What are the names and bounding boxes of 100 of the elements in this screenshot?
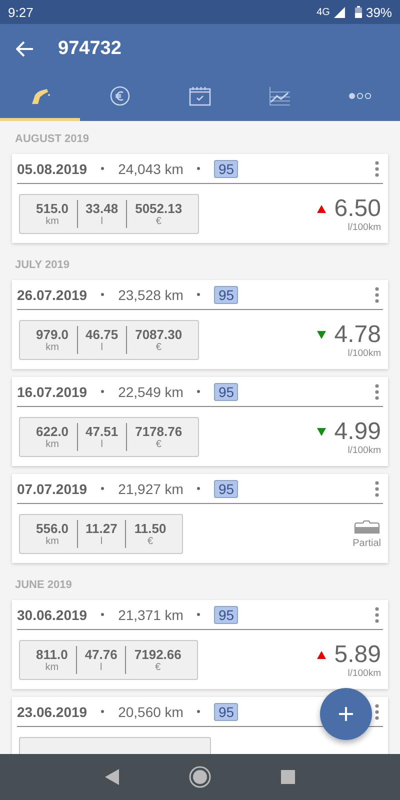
back-arrow-icon[interactable] xyxy=(16,41,34,57)
stat-value: 46.75 xyxy=(86,326,118,342)
fill-up-card[interactable]: 07.07.2019 21,927 km 95 556.0 km 11.27 l 11.50 € Partial xyxy=(12,474,388,563)
fill-up-card[interactable]: 16.07.2019 22,549 km 95 622.0 km 47.51 l 7178.76 € 4.99 l/100km xyxy=(12,377,388,466)
stat-unit: km xyxy=(46,216,59,228)
separator-dot xyxy=(101,710,104,713)
odometer-reading: 23,528 km xyxy=(118,286,184,302)
battery-icon xyxy=(354,6,362,18)
stat-value: 811.0 xyxy=(36,646,68,662)
stat-unit: l xyxy=(100,438,103,450)
back-nav-button[interactable] xyxy=(105,769,119,785)
separator-dot xyxy=(101,293,104,296)
battery-percent: 39% xyxy=(366,4,392,20)
home-nav-button[interactable] xyxy=(189,766,211,788)
fill-up-date: 05.08.2019 xyxy=(17,160,88,176)
stat-value: 33.48 xyxy=(86,200,118,216)
fill-up-date: 16.07.2019 xyxy=(17,384,88,400)
line-chart-icon xyxy=(269,86,291,106)
stat-unit: l xyxy=(100,536,103,548)
fill-up-date: 23.06.2019 xyxy=(17,704,88,720)
fuel-type-tag: 95 xyxy=(214,606,238,624)
more-options-icon[interactable] xyxy=(375,286,379,302)
more-options-icon[interactable] xyxy=(375,160,379,176)
more-options-icon[interactable] xyxy=(375,606,379,622)
fill-up-card[interactable]: 30.06.2019 21,371 km 95 811.0 km 47.76 l 7192.66 € 5.89 l/100km xyxy=(12,600,388,689)
fill-up-date: 07.07.2019 xyxy=(17,480,88,496)
fuel-nozzle-icon xyxy=(29,86,51,106)
stat-unit: km xyxy=(46,438,59,450)
stat-value: 515.0 xyxy=(36,200,69,216)
stat-unit: km xyxy=(46,342,59,354)
stat-value: 5052.13 xyxy=(135,200,182,216)
separator-dot xyxy=(197,293,200,296)
month-header: JUNE 2019 xyxy=(14,578,73,593)
fuel-type-tag: 95 xyxy=(214,480,238,498)
month-header: AUGUST 2019 xyxy=(14,132,90,147)
separator-dot xyxy=(197,710,200,713)
odometer-reading: 20,560 km xyxy=(118,704,184,720)
stat-value: 11.27 xyxy=(86,520,118,536)
stat-unit: € xyxy=(148,536,154,548)
separator-dot xyxy=(101,613,104,616)
stat-value: 47.76 xyxy=(84,646,118,662)
odometer-reading: 24,043 km xyxy=(118,160,184,176)
fill-up-card[interactable]: 26.07.2019 23,528 km 95 979.0 km 46.75 l 7087.30 € 4.78 l/100km xyxy=(12,280,388,369)
stat-unit: € xyxy=(156,342,162,354)
more-dots-icon xyxy=(348,92,372,100)
consumption-unit: l/100km xyxy=(348,444,381,456)
fuel-type-tag: 95 xyxy=(214,160,238,178)
separator-dot xyxy=(197,487,200,490)
stat-value: 47.51 xyxy=(86,424,118,438)
clock-time: 9:27 xyxy=(8,4,34,20)
month-header: JULY 2019 xyxy=(14,258,70,273)
stat-value: 556.0 xyxy=(36,520,69,536)
consumption-value: 4.99 xyxy=(334,418,381,444)
stat-unit: € xyxy=(156,216,162,228)
stat-unit: l xyxy=(100,216,103,228)
fuel-type-tag: 95 xyxy=(214,382,238,400)
stat-unit: € xyxy=(155,662,161,674)
separator-dot xyxy=(101,167,104,170)
fuel-type-tag: 95 xyxy=(214,702,238,720)
stat-unit: km xyxy=(46,536,59,548)
separator-dot xyxy=(101,487,104,490)
consumption-value: 5.89 xyxy=(334,642,381,668)
stat-value: 622.0 xyxy=(36,424,69,438)
stat-unit: l xyxy=(100,662,102,674)
fill-up-date: 26.07.2019 xyxy=(17,286,88,302)
stat-unit: km xyxy=(45,662,59,674)
separator-dot xyxy=(197,613,200,616)
stat-value: 979.0 xyxy=(36,326,69,342)
partial-label: Partial xyxy=(352,538,381,549)
vehicle-title: 974732 xyxy=(58,38,122,60)
more-options-icon[interactable] xyxy=(375,704,379,720)
fuel-type-tag: 95 xyxy=(214,286,238,304)
stat-value: 7087.30 xyxy=(135,326,182,342)
stat-value: 7178.76 xyxy=(135,424,182,438)
partial-tank-icon xyxy=(354,519,380,535)
odometer-reading: 21,371 km xyxy=(118,606,184,622)
fill-up-date: 30.06.2019 xyxy=(17,606,88,622)
plus-icon xyxy=(338,706,354,722)
more-options-icon[interactable] xyxy=(375,384,379,400)
separator-dot xyxy=(101,390,104,393)
fill-up-card[interactable]: 05.08.2019 24,043 km 95 515.0 km 33.48 l 5052.13 € 6.50 l/100km xyxy=(12,154,388,243)
fill-up-card[interactable]: 23.06.2019 20,560 km 95 xyxy=(12,697,388,754)
consumption-unit: l/100km xyxy=(348,222,381,232)
stat-value: 7192.66 xyxy=(134,646,182,662)
separator-dot xyxy=(197,390,200,393)
stat-value: 11.50 xyxy=(134,520,166,536)
stat-unit: € xyxy=(156,438,162,450)
consumption-unit: l/100km xyxy=(348,668,381,678)
consumption-value: 4.78 xyxy=(334,322,381,348)
odometer-reading: 21,927 km xyxy=(118,480,184,496)
stat-unit: l xyxy=(100,342,103,354)
signal-icon xyxy=(334,6,345,18)
odometer-reading: 22,549 km xyxy=(118,384,184,400)
calendar-check-icon xyxy=(189,86,211,106)
consumption-unit: l/100km xyxy=(348,348,381,358)
separator-dot xyxy=(197,167,200,170)
network-type: 4G xyxy=(316,6,330,18)
more-options-icon[interactable] xyxy=(375,480,379,496)
consumption-value: 6.50 xyxy=(334,196,381,222)
euro-coin-icon xyxy=(110,86,130,106)
